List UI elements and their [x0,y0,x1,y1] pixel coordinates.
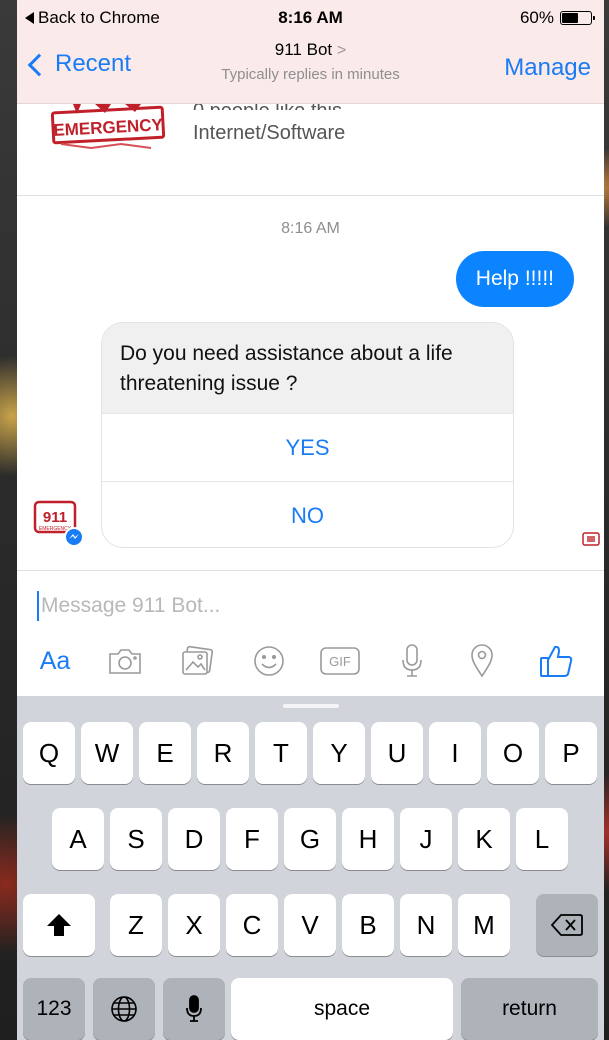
key-h[interactable]: H [342,808,394,870]
space-key[interactable]: space [231,978,453,1040]
status-bar: Back to Chrome 8:16 AM 60% [17,0,604,36]
globe-key[interactable] [93,978,155,1040]
battery-percent: 60% [519,8,554,27]
message-timestamp: 8:16 AM [281,220,340,237]
header: Back to Chrome 8:16 AM 60% Recent 911 Bo… [17,0,604,104]
camera-icon[interactable] [105,637,145,685]
key-c[interactable]: C [226,894,278,956]
keyboard-handle[interactable] [283,704,339,708]
emergency-logo: EMERGENCY [51,104,166,150]
key-b[interactable]: B [342,894,394,956]
key-j[interactable]: J [400,808,452,870]
chevron-right-icon: > [336,42,347,59]
composer-toolbar: Aa GIF [17,637,604,685]
page-info-card: EMERGENCY 0 people like this Internet/So… [17,100,604,196]
key-r[interactable]: R [197,722,249,784]
backspace-icon [551,914,583,936]
key-l[interactable]: L [516,808,568,870]
key-z[interactable]: Z [110,894,162,956]
key-n[interactable]: N [400,894,452,956]
shift-key[interactable] [23,894,95,956]
page-category: Internet/Software [193,122,346,144]
option-yes-button[interactable]: YES [102,413,513,481]
microphone-key-icon [186,995,202,1022]
location-icon[interactable] [465,637,499,685]
key-d[interactable]: D [168,808,220,870]
logo-text: EMERGENCY [53,115,164,140]
bot-avatar[interactable]: 911 EMERGENCY [33,496,85,548]
key-e[interactable]: E [139,722,191,784]
globe-icon [111,996,137,1022]
key-p[interactable]: P [545,722,597,784]
delete-key[interactable] [536,894,598,956]
keyboard: Q W E R T Y U I O P A S D F G H J K L Z … [17,696,604,1040]
key-m[interactable]: M [458,894,510,956]
manage-button[interactable]: Manage [504,54,591,82]
return-key[interactable]: return [461,978,598,1040]
battery-status: 60% [519,8,595,28]
key-t[interactable]: T [255,722,307,784]
numbers-key[interactable]: 123 [23,978,85,1040]
key-y[interactable]: Y [313,722,365,784]
key-o[interactable]: O [487,722,539,784]
key-s[interactable]: S [110,808,162,870]
key-i[interactable]: I [429,722,481,784]
key-q[interactable]: Q [23,722,75,784]
key-w[interactable]: W [81,722,133,784]
aa-icon[interactable]: Aa [33,637,77,685]
bot-name: 911 Bot [274,40,333,59]
status-time: 8:16 AM [278,8,343,27]
composer: Aa [17,570,604,696]
dictation-key[interactable] [163,978,225,1040]
key-g[interactable]: G [284,808,336,870]
avatar-label: 911 [43,509,67,526]
read-receipt-avatar [582,532,600,546]
microphone-icon[interactable] [395,637,429,685]
key-u[interactable]: U [371,722,423,784]
bot-question: Do you need assistance about a life thre… [102,323,513,413]
gif-label: GIF [329,654,351,669]
message-input[interactable] [37,591,577,621]
battery-icon [560,11,595,25]
key-x[interactable]: X [168,894,220,956]
emoji-icon[interactable] [249,637,289,685]
option-no-button[interactable]: NO [102,481,513,547]
shift-arrow-icon [47,914,71,936]
messenger-screen: Back to Chrome 8:16 AM 60% Recent 911 Bo… [17,0,604,1040]
bot-question-card: Do you need assistance about a life thre… [101,322,514,548]
gallery-icon[interactable] [177,637,217,685]
key-k[interactable]: K [458,808,510,870]
key-f[interactable]: F [226,808,278,870]
outgoing-message[interactable]: Help !!!!! [455,251,574,307]
gif-icon[interactable]: GIF [317,637,363,685]
thumbs-up-icon[interactable] [535,637,577,685]
key-v[interactable]: V [284,894,336,956]
key-a[interactable]: A [52,808,104,870]
